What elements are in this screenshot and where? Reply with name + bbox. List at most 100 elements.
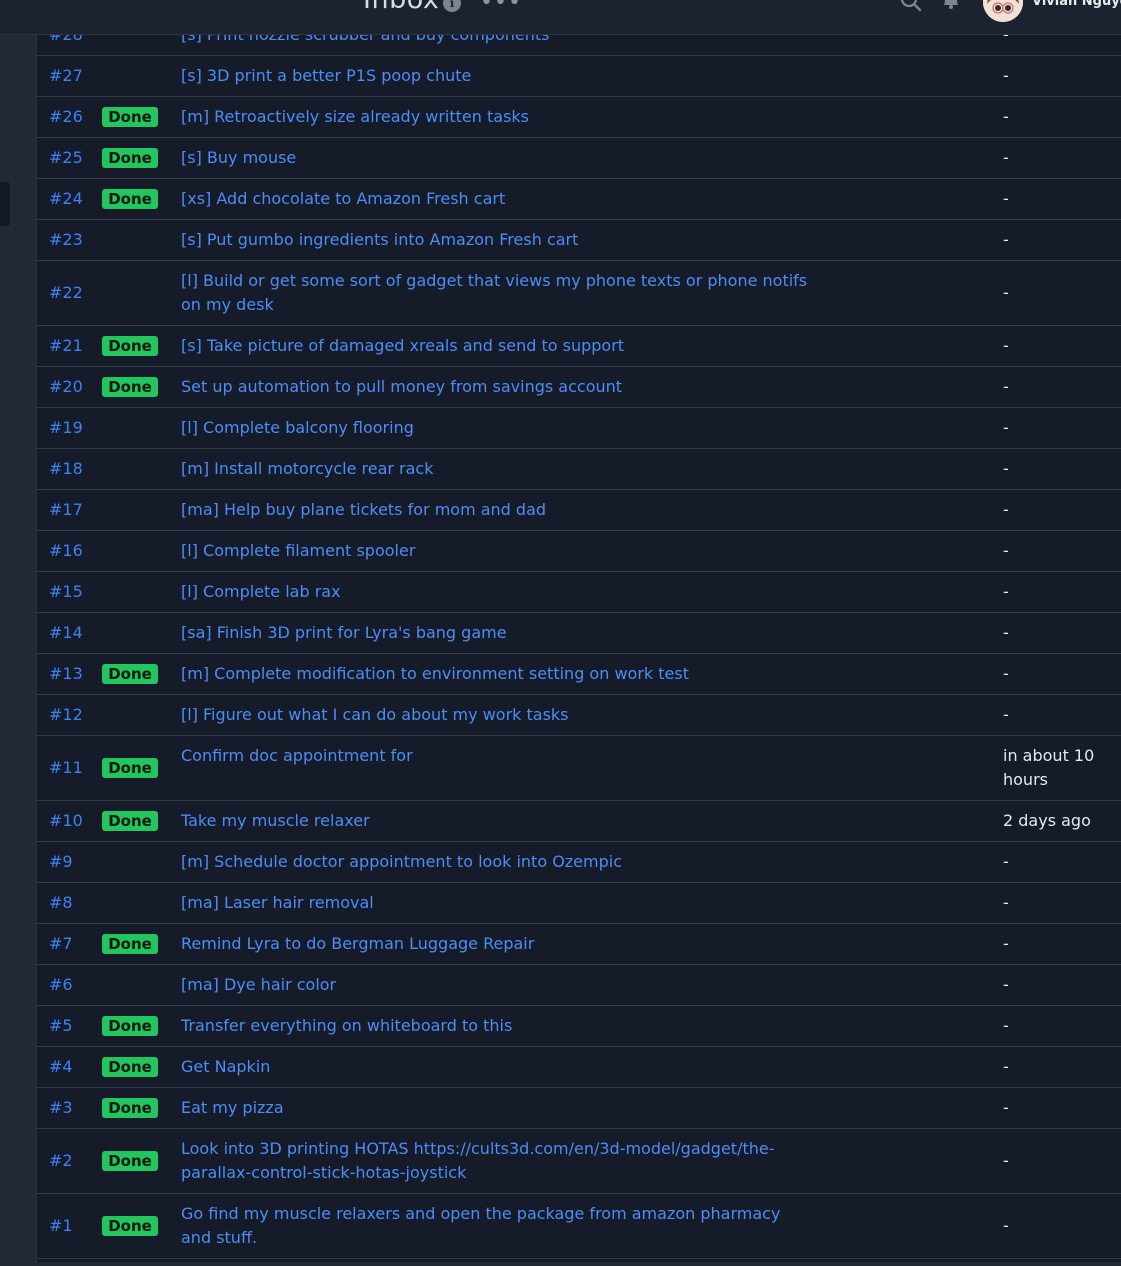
task-due-date: -: [1003, 188, 1009, 208]
task-id-link[interactable]: #16: [49, 541, 83, 560]
task-id-link[interactable]: #6: [49, 975, 73, 994]
task-id-link[interactable]: #11: [49, 758, 83, 777]
done-badge: Done: [102, 106, 158, 127]
info-icon[interactable]: i: [443, 0, 461, 12]
task-id-link[interactable]: #7: [49, 934, 73, 953]
task-id-link[interactable]: #20: [49, 377, 83, 396]
task-title-link[interactable]: [ma] Laser hair removal: [181, 891, 811, 915]
task-id-link[interactable]: #22: [49, 283, 83, 302]
task-id-link[interactable]: #23: [49, 230, 83, 249]
task-title-link[interactable]: Get Napkin: [181, 1055, 811, 1079]
task-due-date: -: [1003, 704, 1009, 724]
task-due-date: -: [1003, 540, 1009, 560]
task-id-link[interactable]: #9: [49, 852, 73, 871]
avatar[interactable]: [983, 0, 1023, 22]
table-row[interactable]: #26 Done [m] Retroactively size already wr…: [37, 97, 1121, 138]
task-title-link[interactable]: [m] Install motorcycle rear rack: [181, 457, 811, 481]
table-row[interactable]: #20 Done Set up automation to pull money f…: [37, 367, 1121, 408]
more-icon[interactable]: •••: [480, 0, 522, 15]
task-id-link[interactable]: #19: [49, 418, 83, 437]
task-id-link[interactable]: #3: [49, 1098, 73, 1117]
task-id-link[interactable]: #12: [49, 705, 83, 724]
table-row[interactable]: #27 [s] 3D print a better P1S poop chute -: [37, 56, 1121, 97]
task-id-link[interactable]: #24: [49, 189, 83, 208]
task-id-link[interactable]: #15: [49, 582, 83, 601]
user-name[interactable]: Vivian Nguyen: [1032, 0, 1121, 9]
task-id-link[interactable]: #1: [49, 1216, 73, 1235]
task-due-date: -: [1003, 282, 1009, 302]
table-row[interactable]: #13 Done [m] Complete modification to envi…: [37, 654, 1121, 695]
task-title-link[interactable]: [m] Schedule doctor appointment to look …: [181, 850, 811, 874]
task-title-link[interactable]: Take my muscle relaxer: [181, 809, 811, 833]
table-row[interactable]: #10 Done Take my muscle relaxer 2 days ago: [37, 801, 1121, 842]
table-row[interactable]: #24 Done [xs] Add chocolate to Amazon Fres…: [37, 179, 1121, 220]
search-icon[interactable]: [900, 0, 922, 16]
task-title-link[interactable]: [l] Complete filament spooler: [181, 539, 811, 563]
task-id-link[interactable]: #2: [49, 1151, 73, 1170]
task-id-link[interactable]: #5: [49, 1016, 73, 1035]
task-id-link[interactable]: #27: [49, 66, 83, 85]
task-title-link[interactable]: [s] Put gumbo ingredients into Amazon Fr…: [181, 228, 811, 252]
task-id-link[interactable]: #21: [49, 336, 83, 355]
table-row[interactable]: #18 [m] Install motorcycle rear rack -: [37, 449, 1121, 490]
table-row[interactable]: #25 Done [s] Buy mouse -: [37, 138, 1121, 179]
task-title-link[interactable]: [l] Figure out what I can do about my wo…: [181, 703, 811, 727]
task-due-date: -: [1003, 933, 1009, 953]
task-due-date: -: [1003, 974, 1009, 994]
table-row[interactable]: #19 [l] Complete balcony flooring -: [37, 408, 1121, 449]
table-row[interactable]: #16 [l] Complete filament spooler -: [37, 531, 1121, 572]
task-title-link[interactable]: [s] 3D print a better P1S poop chute: [181, 64, 811, 88]
task-id-link[interactable]: #14: [49, 623, 83, 642]
task-title-link[interactable]: Look into 3D printing HOTAS https://cult…: [181, 1137, 811, 1185]
task-title-link[interactable]: [l] Complete lab rax: [181, 580, 811, 604]
sidebar: [0, 0, 36, 1266]
table-row[interactable]: #15 [l] Complete lab rax -: [37, 572, 1121, 613]
table-row[interactable]: #1 Done Go find my muscle relaxers and ope…: [37, 1194, 1121, 1259]
table-row[interactable]: #12 [l] Figure out what I can do about my…: [37, 695, 1121, 736]
table-row[interactable]: #21 Done [s] Take picture of damaged xreal…: [37, 326, 1121, 367]
task-title-link[interactable]: [m] Complete modification to environment…: [181, 662, 811, 686]
task-title-link[interactable]: Go find my muscle relaxers and open the …: [181, 1202, 811, 1250]
bell-icon[interactable]: [941, 0, 961, 16]
task-title-link[interactable]: [s] Buy mouse: [181, 146, 811, 170]
task-title-link[interactable]: Transfer everything on whiteboard to thi…: [181, 1014, 811, 1038]
table-row[interactable]: #6 [ma] Dye hair color -: [37, 965, 1121, 1006]
task-title-link[interactable]: [m] Retroactively size already written t…: [181, 105, 811, 129]
task-id-link[interactable]: #8: [49, 893, 73, 912]
task-title-link[interactable]: [ma] Help buy plane tickets for mom and …: [181, 498, 811, 522]
task-id-link[interactable]: #4: [49, 1057, 73, 1076]
task-id-link[interactable]: #25: [49, 148, 83, 167]
table-row[interactable]: #14 [sa] Finish 3D print for Lyra's bang …: [37, 613, 1121, 654]
task-title-link[interactable]: Confirm doc appointment for: [181, 744, 811, 768]
task-title-link[interactable]: [xs] Add chocolate to Amazon Fresh cart: [181, 187, 811, 211]
task-id-link[interactable]: #17: [49, 500, 83, 519]
task-title-link[interactable]: [s] Take picture of damaged xreals and s…: [181, 334, 811, 358]
task-id-link[interactable]: #13: [49, 664, 83, 683]
table-row[interactable]: #9 [m] Schedule doctor appointment to loo…: [37, 842, 1121, 883]
task-id-link[interactable]: #18: [49, 459, 83, 478]
task-title-link[interactable]: [l] Complete balcony flooring: [181, 416, 811, 440]
done-badge: Done: [102, 663, 158, 684]
table-row[interactable]: #2 Done Look into 3D printing HOTAS https:…: [37, 1129, 1121, 1194]
task-title-link[interactable]: Remind Lyra to do Bergman Luggage Repair: [181, 932, 811, 956]
table-row[interactable]: #22 [l] Build or get some sort of gadget …: [37, 261, 1121, 326]
done-badge: Done: [102, 1215, 158, 1236]
table-row[interactable]: #5 Done Transfer everything on whiteboard …: [37, 1006, 1121, 1047]
task-id-link[interactable]: #10: [49, 811, 83, 830]
task-title-link[interactable]: Set up automation to pull money from sav…: [181, 375, 811, 399]
table-row[interactable]: #4 Done Get Napkin -: [37, 1047, 1121, 1088]
table-row[interactable]: #23 [s] Put gumbo ingredients into Amazon…: [37, 220, 1121, 261]
task-id-link[interactable]: #26: [49, 107, 83, 126]
done-badge: Done: [102, 810, 158, 831]
task-title-link[interactable]: Eat my pizza: [181, 1096, 811, 1120]
done-badge: Done: [102, 1097, 158, 1118]
table-row[interactable]: #3 Done Eat my pizza -: [37, 1088, 1121, 1129]
table-row[interactable]: #17 [ma] Help buy plane tickets for mom a…: [37, 490, 1121, 531]
table-row[interactable]: #7 Done Remind Lyra to do Bergman Luggage …: [37, 924, 1121, 965]
table-row[interactable]: #11 Done Confirm doc appointment for in abo…: [37, 736, 1121, 801]
task-table: #28[s] Print nozzle scrubber and buy com…: [36, 0, 1121, 1262]
table-row[interactable]: #8 [ma] Laser hair removal -: [37, 883, 1121, 924]
task-title-link[interactable]: [sa] Finish 3D print for Lyra's bang gam…: [181, 621, 811, 645]
task-title-link[interactable]: [ma] Dye hair color: [181, 973, 811, 997]
task-title-link[interactable]: [l] Build or get some sort of gadget tha…: [181, 269, 811, 317]
